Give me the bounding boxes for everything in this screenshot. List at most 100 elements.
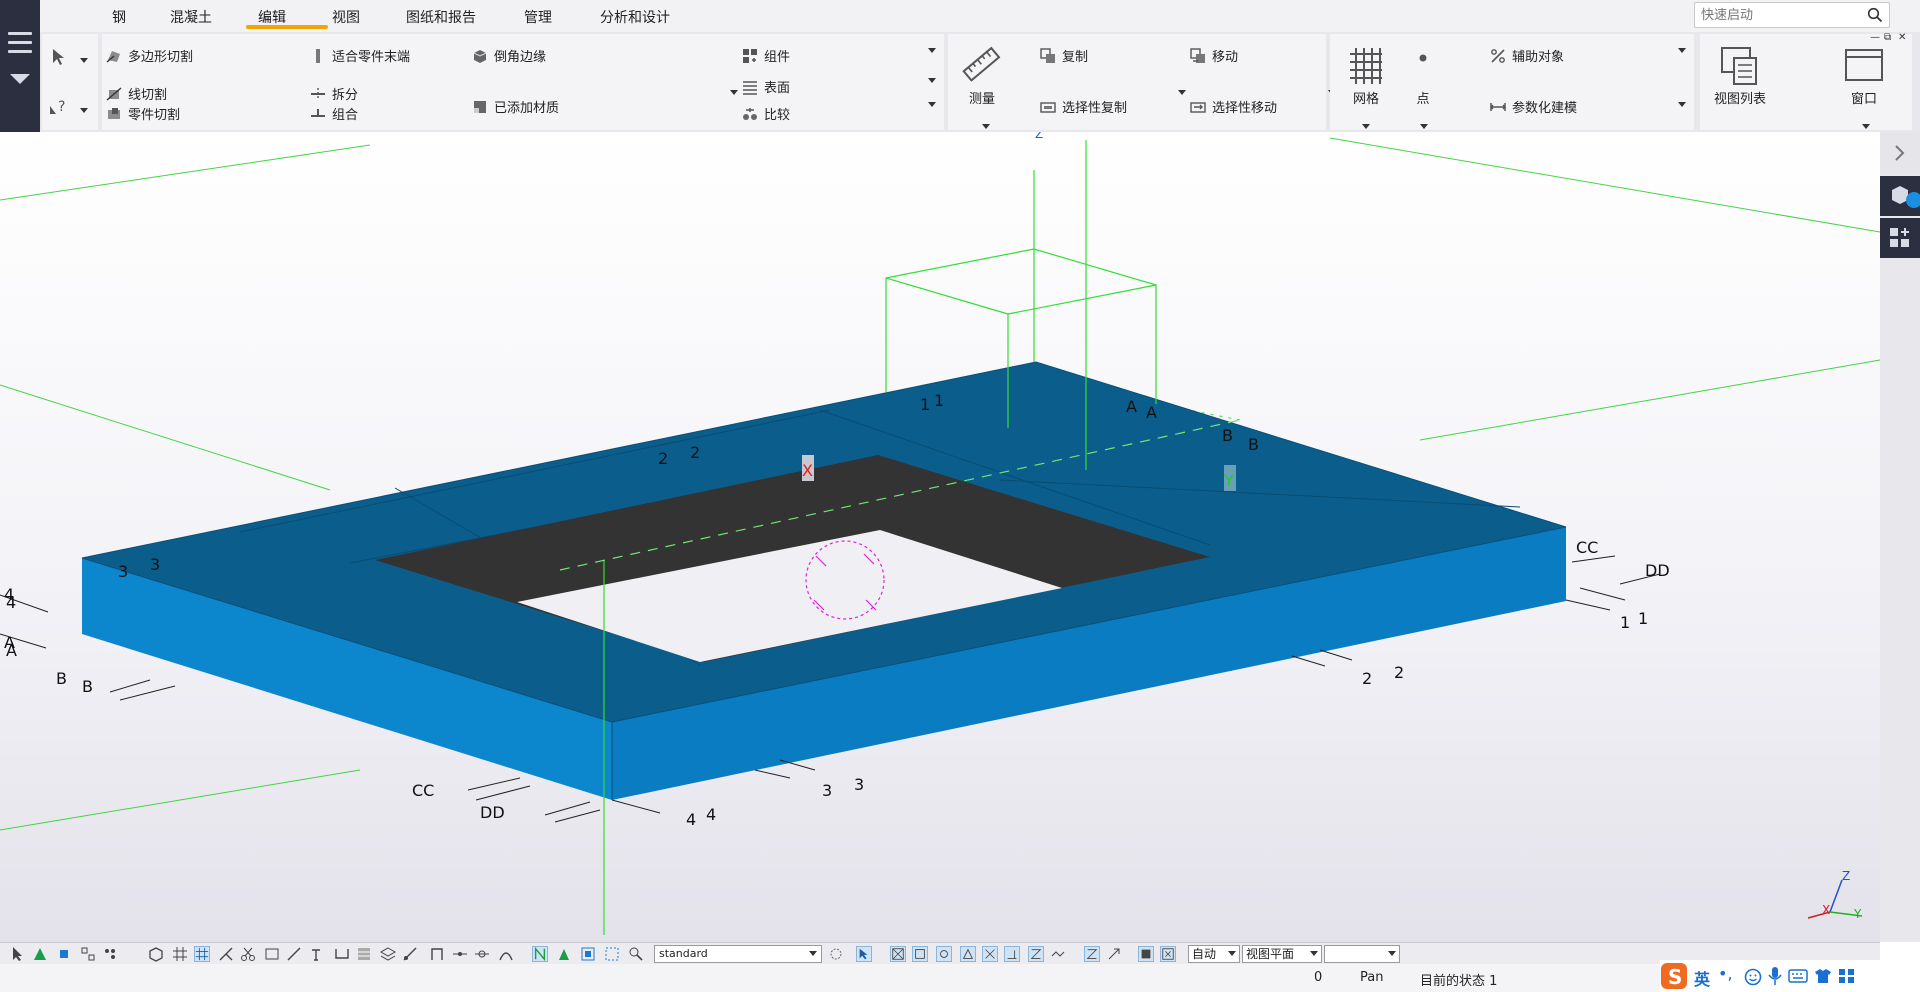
measure-dropdown-icon[interactable]	[982, 124, 990, 129]
move-special-button[interactable]: 选择性移动	[1190, 97, 1277, 116]
punctuation-icon[interactable]: •,	[1718, 964, 1733, 983]
smart-select-icon[interactable]	[1138, 946, 1154, 962]
microphone-icon[interactable]	[1768, 966, 1782, 986]
search-icon[interactable]	[1867, 7, 1883, 23]
depth-select[interactable]	[1324, 945, 1400, 963]
sogou-logo-icon[interactable]: S	[1660, 962, 1688, 990]
select-pour-icon[interactable]	[402, 946, 418, 962]
zoom-icon[interactable]	[628, 946, 644, 962]
measure-button[interactable]: 测量	[960, 44, 1004, 107]
snap-triangle-icon[interactable]	[960, 946, 976, 962]
quick-launch-input[interactable]	[1701, 6, 1861, 24]
quick-launch[interactable]	[1694, 2, 1890, 28]
select-part-icon[interactable]	[32, 946, 48, 962]
chamfer-edges-button[interactable]: 倒角边缘	[472, 46, 546, 65]
snap-intersection-icon[interactable]	[982, 946, 998, 962]
window-button[interactable]: 窗口	[1836, 46, 1892, 107]
snap-free-icon[interactable]	[1050, 946, 1066, 962]
keyboard-icon[interactable]	[1788, 968, 1808, 984]
component-dropdown-icon[interactable]	[928, 48, 936, 53]
select-switch-icon[interactable]	[856, 946, 872, 962]
snap-geometry-icon[interactable]	[556, 946, 572, 962]
added-material-button[interactable]: 已添加材质	[472, 97, 559, 116]
select-all-icon[interactable]	[10, 946, 26, 962]
snap-extension-icon[interactable]	[1106, 946, 1122, 962]
minimize-icon[interactable]: —	[1870, 32, 1880, 43]
polygon-cut-button[interactable]: 多边形切割	[106, 46, 193, 65]
skin-icon[interactable]	[1814, 968, 1832, 984]
construction-objects-dropdown-icon[interactable]	[1678, 48, 1686, 53]
restore-icon[interactable]: ⧉	[1884, 32, 1891, 43]
select-surface-icon[interactable]	[356, 946, 372, 962]
select-in-box-icon[interactable]	[1160, 946, 1176, 962]
components-panel-button[interactable]	[1880, 218, 1920, 258]
select-bolt-icon[interactable]	[310, 946, 326, 962]
snap-nearest-icon[interactable]	[1028, 946, 1044, 962]
compare-button[interactable]: 比较	[742, 104, 790, 123]
copy-button[interactable]: 复制	[1040, 46, 1088, 65]
part-cut-button[interactable]: 零件切割	[106, 104, 180, 123]
added-material-dropdown-icon[interactable]	[730, 90, 738, 95]
snap-end-icon[interactable]	[430, 946, 446, 962]
snap-lines-icon[interactable]	[912, 946, 928, 962]
menu-view[interactable]: 视图	[332, 7, 360, 27]
combine-button[interactable]: 组合	[310, 104, 358, 123]
select-assembly-icon[interactable]	[80, 946, 96, 962]
copy-special-button[interactable]: 选择性复制	[1040, 97, 1127, 116]
snap-override-icon[interactable]	[604, 946, 620, 962]
menu-analysis-design[interactable]: 分析和设计	[600, 7, 670, 27]
snap-mode-select[interactable]: 自动	[1188, 945, 1240, 963]
select-arrow-icon[interactable]	[50, 48, 66, 66]
toolbox-icon[interactable]	[1838, 968, 1856, 984]
selection-filter-select[interactable]: standard	[654, 945, 822, 963]
select-view-icon[interactable]	[264, 946, 280, 962]
plane-select[interactable]: 视图平面	[1242, 945, 1322, 963]
snap-arc-icon[interactable]	[498, 946, 514, 962]
hamburger-menu-icon[interactable]	[8, 32, 32, 60]
menu-steel[interactable]: 钢	[112, 7, 126, 27]
expand-panel-button[interactable]	[1880, 132, 1920, 174]
parametric-modeling-button[interactable]: 参数化建模	[1490, 97, 1577, 116]
snap-perpendicular-icon[interactable]	[1004, 946, 1020, 962]
construction-objects-button[interactable]: 辅助对象	[1490, 46, 1564, 65]
point-dropdown-icon[interactable]	[1420, 124, 1428, 129]
inquire-dropdown-icon[interactable]	[80, 108, 88, 113]
select-components-icon[interactable]	[102, 946, 118, 962]
select-line-icon[interactable]	[286, 946, 302, 962]
menu-drawings-reports[interactable]: 图纸和报告	[406, 7, 476, 27]
copy-special-dropdown-icon[interactable]	[1178, 90, 1186, 95]
select-dropdown-icon[interactable]	[80, 58, 88, 63]
compare-dropdown-icon[interactable]	[928, 102, 936, 107]
menu-manage[interactable]: 管理	[524, 7, 552, 27]
properties-panel-button[interactable]	[1880, 176, 1920, 216]
close-icon[interactable]: ✕	[1898, 32, 1906, 43]
grid-button[interactable]: 网格	[1344, 44, 1388, 107]
select-grid-icon[interactable]	[172, 946, 188, 962]
select-3d-icon[interactable]	[148, 946, 164, 962]
snap-points-icon[interactable]	[890, 946, 906, 962]
window-dropdown-icon[interactable]	[1862, 124, 1870, 129]
split-button[interactable]: 拆分	[310, 84, 358, 103]
grid-dropdown-icon[interactable]	[1362, 124, 1370, 129]
view-list-button[interactable]: 视图列表	[1706, 44, 1774, 107]
menu-edit[interactable]: 编辑	[258, 7, 286, 27]
select-cut-icon[interactable]	[240, 946, 256, 962]
snap-center-icon[interactable]	[474, 946, 490, 962]
collapse-down-icon[interactable]	[10, 74, 30, 84]
filter-settings-icon[interactable]	[828, 946, 844, 962]
parametric-modeling-dropdown-icon[interactable]	[1678, 102, 1686, 107]
menu-concrete[interactable]: 混凝土	[170, 7, 212, 27]
component-button[interactable]: 组件	[742, 46, 790, 65]
select-object-icon[interactable]	[56, 946, 72, 962]
point-button[interactable]: 点	[1408, 44, 1438, 107]
select-layer-icon[interactable]	[380, 946, 396, 962]
model-viewport[interactable]: X Y Z 1 1 A A B B 2 2 3 3 CC DD 1 1 2 2 …	[0, 132, 1880, 942]
model-view-canvas[interactable]: X Y Z 1 1 A A B B 2 2 3 3 CC DD 1 1 2 2 …	[0, 132, 1880, 942]
surface-button[interactable]: 表面	[742, 77, 790, 96]
inquire-icon[interactable]: ?	[48, 98, 70, 116]
fit-part-end-button[interactable]: 适合零件末端	[310, 46, 410, 65]
snap-plane-icon[interactable]	[1084, 946, 1100, 962]
move-button[interactable]: 移动	[1190, 46, 1238, 65]
surface-dropdown-icon[interactable]	[928, 78, 936, 83]
ime-language[interactable]: 英	[1694, 966, 1710, 990]
